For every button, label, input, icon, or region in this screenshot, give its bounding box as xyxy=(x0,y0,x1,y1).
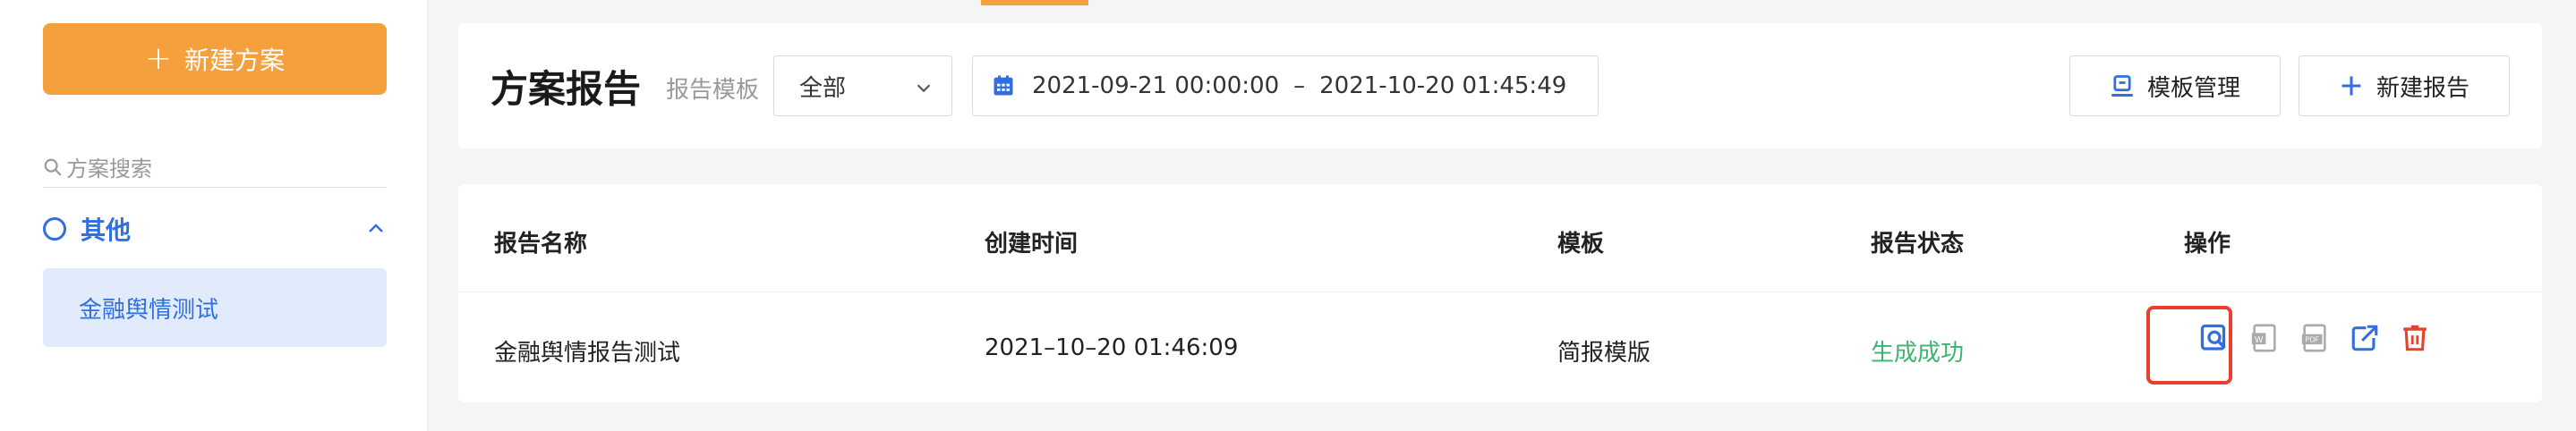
date-end: 2021-10-20 01:45:49 xyxy=(1319,72,1567,99)
report-status: 生成成功 xyxy=(1871,340,1965,367)
page-title: 方案报告 xyxy=(490,67,642,111)
chevron-up-icon[interactable] xyxy=(365,218,387,240)
report-header: 方案报告 报告模板 全部 2021-09-21 00:00:00 – 2021-… xyxy=(458,23,2542,148)
new-plan-button[interactable]: + 新建方案 xyxy=(43,23,387,95)
template-select-value: 全部 xyxy=(799,74,847,102)
report-template: 简报模版 xyxy=(1557,340,1651,367)
template-filter-label: 报告模板 xyxy=(666,77,760,104)
svg-text:W: W xyxy=(2255,335,2264,345)
date-start: 2021-09-21 00:00:00 xyxy=(1032,72,1280,99)
column-header-actions: 操作 xyxy=(2184,231,2231,258)
report-table: 报告名称 创建时间 模板 报告状态 操作 金融舆情报告测试 2021–10–20… xyxy=(458,184,2542,402)
sidebar-item-label: 金融舆情测试 xyxy=(79,296,219,324)
new-plan-label: 新建方案 xyxy=(184,46,286,75)
sidebar-item-plan[interactable]: 金融舆情测试 xyxy=(43,268,387,347)
template-select[interactable]: 全部 xyxy=(773,55,952,116)
active-tab-indicator xyxy=(981,0,1088,5)
delete-icon[interactable] xyxy=(2397,320,2433,356)
plus-icon: + xyxy=(144,40,173,77)
plus-icon xyxy=(2341,76,2361,96)
group-other[interactable]: 其他 xyxy=(43,207,387,250)
share-icon[interactable] xyxy=(2347,320,2383,356)
group-label: 其他 xyxy=(81,216,132,245)
column-header-created: 创建时间 xyxy=(985,231,1079,258)
pdf-icon[interactable]: PDF xyxy=(2297,320,2333,356)
column-header-name: 报告名称 xyxy=(494,231,588,258)
word-icon[interactable]: W xyxy=(2247,320,2282,356)
search-placeholder: 方案搜索 xyxy=(66,156,152,182)
report-created-time: 2021–10–20 01:46:09 xyxy=(985,334,1239,361)
date-range-picker[interactable]: 2021-09-21 00:00:00 – 2021-10-20 01:45:4… xyxy=(972,55,1599,116)
template-manage-button[interactable]: 模板管理 xyxy=(2069,55,2281,116)
calendar-icon xyxy=(994,75,1013,96)
circle-icon xyxy=(43,217,66,241)
sidebar: + 新建方案 方案搜索 其他 金融舆情测试 xyxy=(0,0,428,431)
preview-icon[interactable] xyxy=(2196,320,2232,356)
row-actions: W PDF xyxy=(2184,320,2447,356)
chevron-down-icon xyxy=(917,84,931,93)
new-report-label: 新建报告 xyxy=(2376,74,2469,102)
template-manage-label: 模板管理 xyxy=(2146,74,2240,102)
plan-search-input[interactable]: 方案搜索 xyxy=(43,147,387,188)
column-header-status: 报告状态 xyxy=(1871,231,1965,258)
svg-text:PDF: PDF xyxy=(2305,336,2319,344)
date-separator: – xyxy=(1293,72,1306,99)
template-icon xyxy=(2111,75,2134,97)
new-report-button[interactable]: 新建报告 xyxy=(2299,55,2510,116)
search-icon xyxy=(44,158,62,175)
report-name: 金融舆情报告测试 xyxy=(494,340,681,367)
column-header-template: 模板 xyxy=(1557,231,1605,258)
